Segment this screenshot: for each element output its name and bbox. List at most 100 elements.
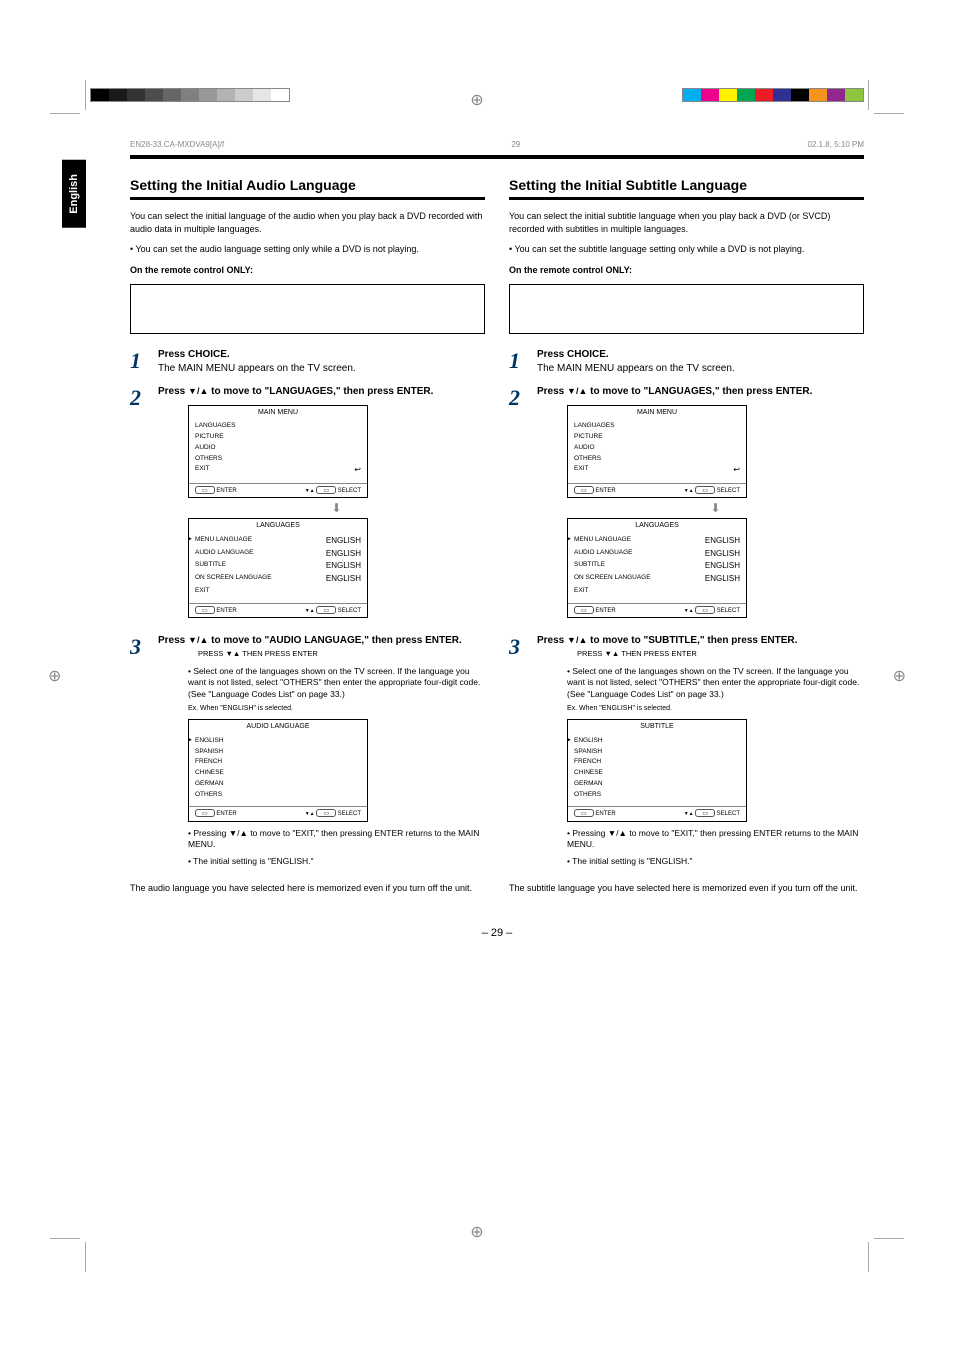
- prompt-line: PRESS ▼▲ THEN PRESS ENTER: [577, 649, 864, 659]
- menu-row: ON SCREEN LANGUAGEENGLISH: [195, 573, 361, 586]
- menu-row: AUDIO LANGUAGEENGLISH: [195, 548, 361, 561]
- menu-row: EXIT↩: [195, 464, 361, 477]
- menu-row: MENU LANGUAGEENGLISH: [574, 535, 740, 548]
- intro-bullet: • You can set the audio language setting…: [130, 243, 485, 256]
- step-1: 1 Press CHOICE. The MAIN MENU appears on…: [130, 348, 485, 375]
- intro-bullet: • You can set the subtitle language sett…: [509, 243, 864, 256]
- main-menu-screenshot: MAIN MENU LANGUAGESPICTUREAUDIOOTHERSEXI…: [567, 405, 747, 498]
- languages-menu-screenshot: LANGUAGES MENU LANGUAGEENGLISHAUDIO LANG…: [567, 518, 747, 617]
- crop-mark: [868, 80, 869, 110]
- intro-text: You can select the initial language of t…: [130, 210, 485, 235]
- menu-row: PICTURE: [574, 432, 740, 443]
- subtitle-menu-screenshot: SUBTITLE ENGLISHSPANISHFRENCHCHINESEGERM…: [567, 719, 747, 821]
- menu-row: AUDIO LANGUAGEENGLISH: [574, 548, 740, 561]
- menu-row: ENGLISH: [195, 736, 361, 747]
- menu-row: CHINESE: [195, 768, 361, 779]
- crop-mark: [874, 113, 904, 114]
- menu-row: SPANISH: [195, 747, 361, 758]
- menu-row: ON SCREEN LANGUAGEENGLISH: [574, 573, 740, 586]
- calibration-color-ramp: [682, 88, 864, 102]
- right-column: Setting the Initial Subtitle Language Yo…: [509, 177, 864, 903]
- step-2: 2 Press ▼/▲ to move to "LANGUAGES," then…: [130, 385, 485, 624]
- prompt-line: PRESS ▼▲ THEN PRESS ENTER: [198, 649, 485, 659]
- crop-mark: [874, 1238, 904, 1239]
- note-c: • The initial setting is "ENGLISH.": [567, 856, 864, 867]
- example-caption: Ex. When "ENGLISH" is selected.: [567, 704, 864, 713]
- registration-mark-left: ⊕: [48, 666, 61, 686]
- menu-row: EXIT: [574, 586, 740, 597]
- menu-row: SPANISH: [574, 747, 740, 758]
- menu-row: CHINESE: [574, 768, 740, 779]
- note-a: • Select one of the languages shown on t…: [567, 666, 864, 700]
- crop-mark: [85, 1242, 86, 1272]
- step-1-text: Press CHOICE.: [537, 349, 609, 360]
- menu-row: ENGLISH: [574, 736, 740, 747]
- menu-row: OTHERS: [195, 454, 361, 465]
- menu-row: FRENCH: [195, 757, 361, 768]
- left-column: Setting the Initial Audio Language You c…: [130, 177, 485, 903]
- step-number: 3: [130, 634, 148, 872]
- menu-row: AUDIO: [574, 443, 740, 454]
- menu-row: LANGUAGES: [195, 421, 361, 432]
- filename-right: 02.1.8, 5:10 PM: [808, 140, 864, 149]
- step-3: 3 Press ▼/▲ to move to "AUDIO LANGUAGE,"…: [130, 634, 485, 872]
- step-1-sub: The MAIN MENU appears on the TV screen.: [537, 363, 735, 374]
- registration-mark-bottom: ⊕: [470, 1222, 483, 1242]
- menu-row: EXIT: [195, 586, 361, 597]
- menu-row: GERMAN: [574, 779, 740, 790]
- section-title-subtitle: Setting the Initial Subtitle Language: [509, 177, 864, 200]
- menu-row: OTHERS: [574, 454, 740, 465]
- menu-row: EXIT↩: [574, 464, 740, 477]
- menu-row: MENU LANGUAGEENGLISH: [195, 535, 361, 548]
- step-number: 1: [509, 348, 527, 375]
- closing-text: The subtitle language you have selected …: [509, 882, 864, 895]
- crop-mark: [85, 80, 86, 110]
- menu-row: SUBTITLEENGLISH: [195, 560, 361, 573]
- note-b: • Pressing ▼/▲ to move to "EXIT," then p…: [188, 828, 485, 851]
- menu-row: LANGUAGES: [574, 421, 740, 432]
- audio-language-menu-screenshot: AUDIO LANGUAGE ENGLISHSPANISHFRENCHCHINE…: [188, 719, 368, 821]
- top-rule: [130, 155, 864, 159]
- page-number: – 29 –: [130, 927, 864, 939]
- note-a: • Select one of the languages shown on t…: [188, 666, 485, 700]
- menu-row: FRENCH: [574, 757, 740, 768]
- menu-row: AUDIO: [195, 443, 361, 454]
- remote-only-label: On the remote control ONLY:: [130, 264, 485, 277]
- menu-row: GERMAN: [195, 779, 361, 790]
- calibration-gray-ramp: [90, 88, 290, 102]
- registration-mark-right: ⊕: [893, 666, 906, 686]
- down-arrow-icon: ⬇: [188, 500, 485, 516]
- section-title-audio: Setting the Initial Audio Language: [130, 177, 485, 200]
- main-menu-screenshot: MAIN MENU LANGUAGESPICTUREAUDIOOTHERSEXI…: [188, 405, 368, 498]
- languages-menu-screenshot: LANGUAGES MENU LANGUAGEENGLISHAUDIO LANG…: [188, 518, 368, 617]
- step-number: 1: [130, 348, 148, 375]
- menu-row: OTHERS: [574, 790, 740, 801]
- menu-row: PICTURE: [195, 432, 361, 443]
- step-1: 1 Press CHOICE. The MAIN MENU appears on…: [509, 348, 864, 375]
- crop-mark: [50, 1238, 80, 1239]
- step-number: 2: [509, 385, 527, 624]
- step-1-sub: The MAIN MENU appears on the TV screen.: [158, 363, 356, 374]
- step-number: 3: [509, 634, 527, 872]
- filename-left: EN28-33.CA-MXDVA9[A]/f: [130, 140, 224, 149]
- closing-text: The audio language you have selected her…: [130, 882, 485, 895]
- note-b: • Pressing ▼/▲ to move to "EXIT," then p…: [567, 828, 864, 851]
- registration-mark-top: ⊕: [470, 90, 483, 110]
- step-2: 2 Press ▼/▲ to move to "LANGUAGES," then…: [509, 385, 864, 624]
- menu-row: SUBTITLEENGLISH: [574, 560, 740, 573]
- step-3: 3 Press ▼/▲ to move to "SUBTITLE," then …: [509, 634, 864, 872]
- menu-row: OTHERS: [195, 790, 361, 801]
- example-caption: Ex. When "ENGLISH" is selected.: [188, 704, 485, 713]
- crop-mark: [50, 113, 80, 114]
- step-1-text: Press CHOICE.: [158, 349, 230, 360]
- intro-text: You can select the initial subtitle lang…: [509, 210, 864, 235]
- down-arrow-icon: ⬇: [567, 500, 864, 516]
- step-number: 2: [130, 385, 148, 624]
- note-c: • The initial setting is "ENGLISH.": [188, 856, 485, 867]
- language-tab: English: [62, 160, 86, 228]
- source-filename-line: EN28-33.CA-MXDVA9[A]/f 29 02.1.8, 5:10 P…: [130, 140, 864, 149]
- remote-illustration-box: [509, 284, 864, 334]
- remote-illustration-box: [130, 284, 485, 334]
- crop-mark: [868, 1242, 869, 1272]
- remote-only-label: On the remote control ONLY:: [509, 264, 864, 277]
